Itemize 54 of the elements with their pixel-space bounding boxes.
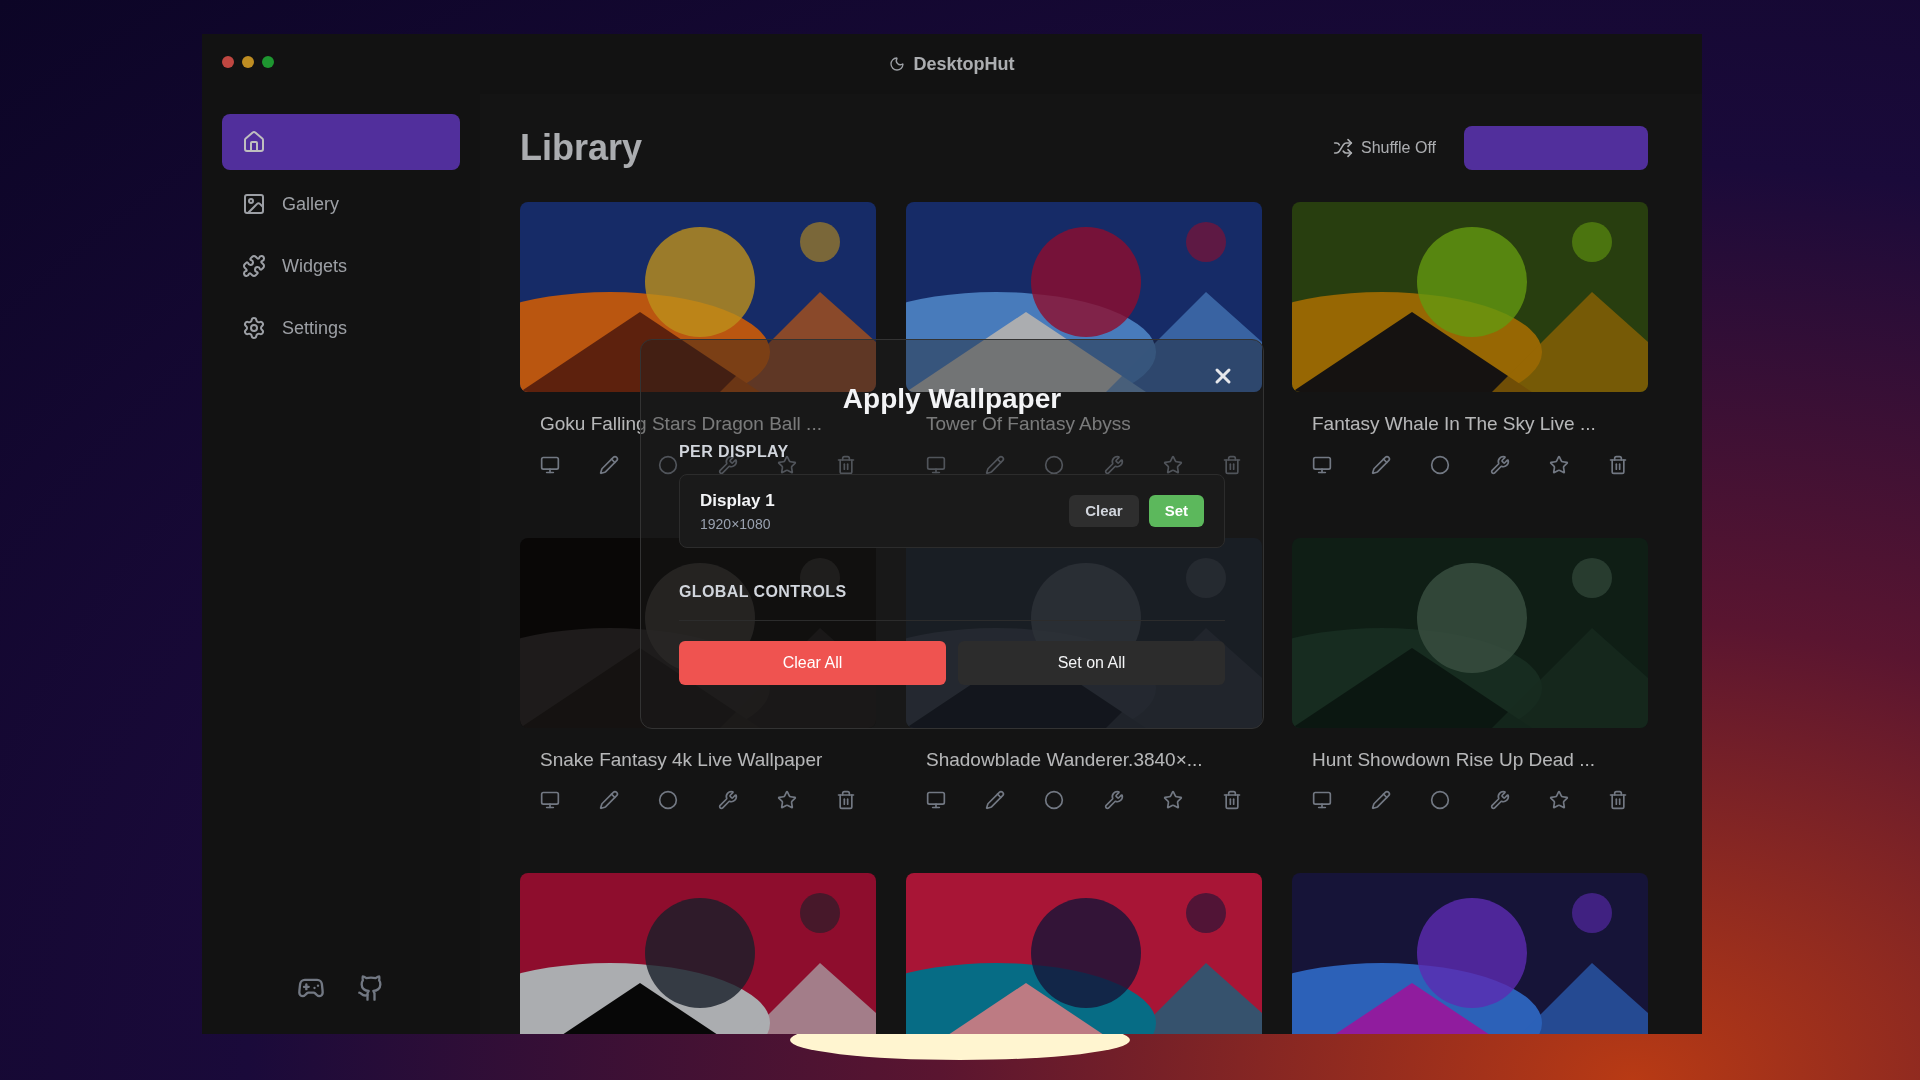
circle-icon[interactable] xyxy=(1044,454,1065,475)
monitor-icon[interactable] xyxy=(926,454,946,475)
card-title: Goku Falling Stars Dragon Ball ... xyxy=(539,412,823,436)
pencil-icon[interactable] xyxy=(985,790,1006,810)
pencil-icon[interactable] xyxy=(1371,790,1392,810)
circle-icon[interactable] xyxy=(658,454,679,475)
card-title: Snake Fantasy 4k Live Wallpaper xyxy=(539,747,824,772)
window-title: DesktopHut xyxy=(913,53,1015,76)
section-heading: GLOBAL CONTROLS xyxy=(679,582,848,602)
card-title: Tower Of Fantasy Abyss xyxy=(925,413,1132,436)
monitor-icon[interactable] xyxy=(540,790,560,810)
trash-icon[interactable] xyxy=(1221,790,1242,810)
star-icon[interactable] xyxy=(1548,454,1569,475)
star-icon[interactable] xyxy=(1162,790,1183,810)
monitor-icon[interactable] xyxy=(540,454,560,475)
star-icon[interactable] xyxy=(1548,790,1569,810)
puzzle-icon xyxy=(242,254,266,278)
circle-icon[interactable] xyxy=(1044,790,1065,810)
set-on-all-button[interactable]: Set on All xyxy=(958,641,1225,685)
trash-icon[interactable] xyxy=(835,454,856,475)
trash-icon[interactable] xyxy=(1221,454,1242,475)
card-title: Hunt Showdown Rise Up Dead ... xyxy=(1311,747,1597,772)
star-icon[interactable] xyxy=(776,790,797,810)
monitor-icon[interactable] xyxy=(1312,454,1332,475)
trash-icon[interactable] xyxy=(835,790,856,810)
dialog-title: Apply Wallpaper xyxy=(841,382,1063,416)
trash-icon[interactable] xyxy=(1607,790,1628,810)
shuffle-button[interactable]: Shuffle Off xyxy=(1321,128,1448,168)
home-icon xyxy=(242,130,266,154)
trash-icon[interactable] xyxy=(1607,454,1628,475)
sidebar-item[interactable]: Widgets xyxy=(222,238,460,294)
clear-button[interactable]: Clear xyxy=(1069,495,1139,527)
shuffle-icon xyxy=(1333,138,1353,158)
display-name: Display 1 xyxy=(700,490,775,513)
card-title: Shadowblade Wanderer.3840×... xyxy=(925,747,1204,772)
circle-icon[interactable] xyxy=(1430,790,1451,810)
pencil-icon[interactable] xyxy=(985,454,1006,475)
image-icon xyxy=(242,192,266,216)
pencil-icon[interactable] xyxy=(599,790,620,810)
page-title: Library xyxy=(520,126,643,170)
monitor-icon[interactable] xyxy=(1312,790,1332,810)
section-heading: PER DISPLAY xyxy=(679,442,790,462)
moon-icon xyxy=(889,56,906,72)
circle-icon[interactable] xyxy=(658,790,679,810)
star-icon[interactable] xyxy=(1162,454,1183,475)
monitor-icon[interactable] xyxy=(926,790,946,810)
settings-icon xyxy=(242,316,266,340)
sidebar-item[interactable]: Settings xyxy=(222,300,460,356)
sidebar-item[interactable]: Gallery xyxy=(222,176,460,232)
display-resolution: 1920×1080 xyxy=(700,514,772,534)
circle-icon[interactable] xyxy=(1430,454,1451,475)
card-title: Fantasy Whale In The Sky Live ... xyxy=(1311,412,1597,436)
pencil-icon[interactable] xyxy=(1371,454,1392,475)
pencil-icon[interactable] xyxy=(599,454,620,475)
